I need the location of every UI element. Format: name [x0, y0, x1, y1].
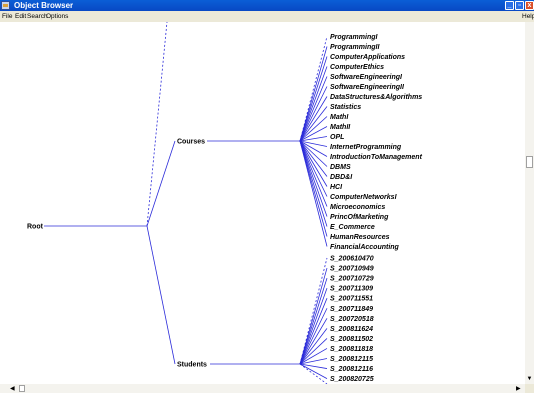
course-item[interactable]: E_Commerce: [330, 224, 375, 231]
edge-course-leaf: [299, 76, 328, 142]
course-item[interactable]: PrincOfMarketing: [330, 214, 389, 221]
edge-course-leaf: [299, 46, 328, 142]
course-item[interactable]: MathI: [330, 114, 349, 121]
course-item[interactable]: SoftwareEngineeringII: [330, 84, 405, 91]
node-courses[interactable]: Courses: [177, 139, 205, 146]
title-bar: [0, 0, 534, 11]
course-item[interactable]: IntroductionToManagement: [330, 154, 423, 161]
menu-help[interactable]: Help: [522, 11, 534, 22]
course-item[interactable]: FinancialAccounting: [330, 244, 400, 251]
student-item[interactable]: S_200811624: [330, 326, 373, 333]
course-item[interactable]: ComputerNetworksI: [330, 194, 398, 201]
scrollbar-corner: [525, 384, 534, 393]
course-item[interactable]: DBD&I: [330, 174, 353, 181]
student-item[interactable]: S_200811818: [330, 346, 373, 353]
student-item[interactable]: S_200711309: [330, 286, 373, 293]
student-item[interactable]: S_200812116: [330, 366, 373, 373]
student-item[interactable]: S_200710729: [330, 276, 374, 283]
edge-student-leaf: [299, 298, 328, 365]
horizontal-scroll-thumb[interactable]: [19, 385, 25, 392]
edge-course-leaf: [299, 36, 328, 142]
scroll-right-arrow-icon[interactable]: ▶: [516, 385, 523, 393]
edge-student-continue: [299, 363, 328, 384]
course-item[interactable]: Microeconomics: [330, 204, 385, 211]
tree-canvas[interactable]: Root Courses Students ProgrammingI Programmi…: [0, 22, 525, 384]
edge-course-leaf: [299, 140, 328, 177]
course-item[interactable]: ProgrammingII: [330, 44, 380, 51]
node-root[interactable]: Root: [27, 224, 44, 231]
menu-search[interactable]: Search: [27, 11, 48, 22]
edge-course-leaf: [299, 140, 328, 247]
edge-course-leaf: [299, 140, 328, 207]
vertical-scrollbar[interactable]: [525, 22, 534, 384]
student-item[interactable]: S_200720518: [330, 316, 374, 323]
scroll-down-arrow-icon[interactable]: ▼: [525, 375, 534, 384]
edge-root-courses: [146, 140, 176, 227]
edge-root-students: [146, 225, 176, 365]
edge-course-leaf: [299, 140, 328, 217]
course-item[interactable]: ProgrammingI: [330, 34, 379, 41]
course-item[interactable]: DBMS: [330, 164, 351, 171]
node-students[interactable]: Students: [177, 362, 207, 369]
student-item[interactable]: S_200820725: [330, 376, 374, 383]
vertical-scroll-thumb[interactable]: [526, 156, 533, 168]
course-item[interactable]: DataStructures&Algorithms: [330, 94, 422, 101]
course-item[interactable]: ComputerApplications: [330, 54, 405, 61]
course-item[interactable]: ComputerEthics: [330, 64, 384, 71]
course-item[interactable]: OPL: [330, 134, 344, 141]
student-item[interactable]: S_200811502: [330, 336, 373, 343]
student-item[interactable]: S_200812115: [330, 356, 373, 363]
maximize-button[interactable]: ▫: [515, 1, 524, 10]
edge-student-leaf: [299, 328, 328, 365]
course-item[interactable]: SoftwareEngineeringI: [330, 74, 403, 81]
edge-student-leaf: [299, 288, 328, 365]
app-icon[interactable]: [1, 1, 10, 10]
course-item[interactable]: HCI: [330, 184, 343, 191]
minimize-button[interactable]: _: [505, 1, 514, 10]
menu-bar: File Edit Search Options Help: [0, 11, 534, 22]
window-title: Object Browser: [14, 1, 74, 10]
course-item[interactable]: MathII: [330, 124, 351, 131]
object-tree: Root Courses Students ProgrammingI Programmi…: [27, 22, 423, 384]
edge-student-leaf: [299, 257, 328, 365]
student-item[interactable]: S_200711551: [330, 296, 373, 303]
horizontal-scrollbar[interactable]: [0, 384, 525, 393]
student-item[interactable]: S_200610470: [330, 256, 374, 263]
scroll-left-arrow-icon[interactable]: ◀: [10, 385, 17, 393]
menu-file[interactable]: File: [2, 11, 12, 22]
course-item[interactable]: Statistics: [330, 104, 361, 111]
menu-edit[interactable]: Edit: [15, 11, 26, 22]
course-item[interactable]: HumanResources: [330, 234, 390, 241]
course-item[interactable]: InternetProgramming: [330, 144, 402, 151]
close-button[interactable]: x: [525, 1, 534, 10]
student-item[interactable]: S_200710949: [330, 266, 374, 273]
student-item[interactable]: S_200711849: [330, 306, 373, 313]
menu-options[interactable]: Options: [46, 11, 68, 22]
